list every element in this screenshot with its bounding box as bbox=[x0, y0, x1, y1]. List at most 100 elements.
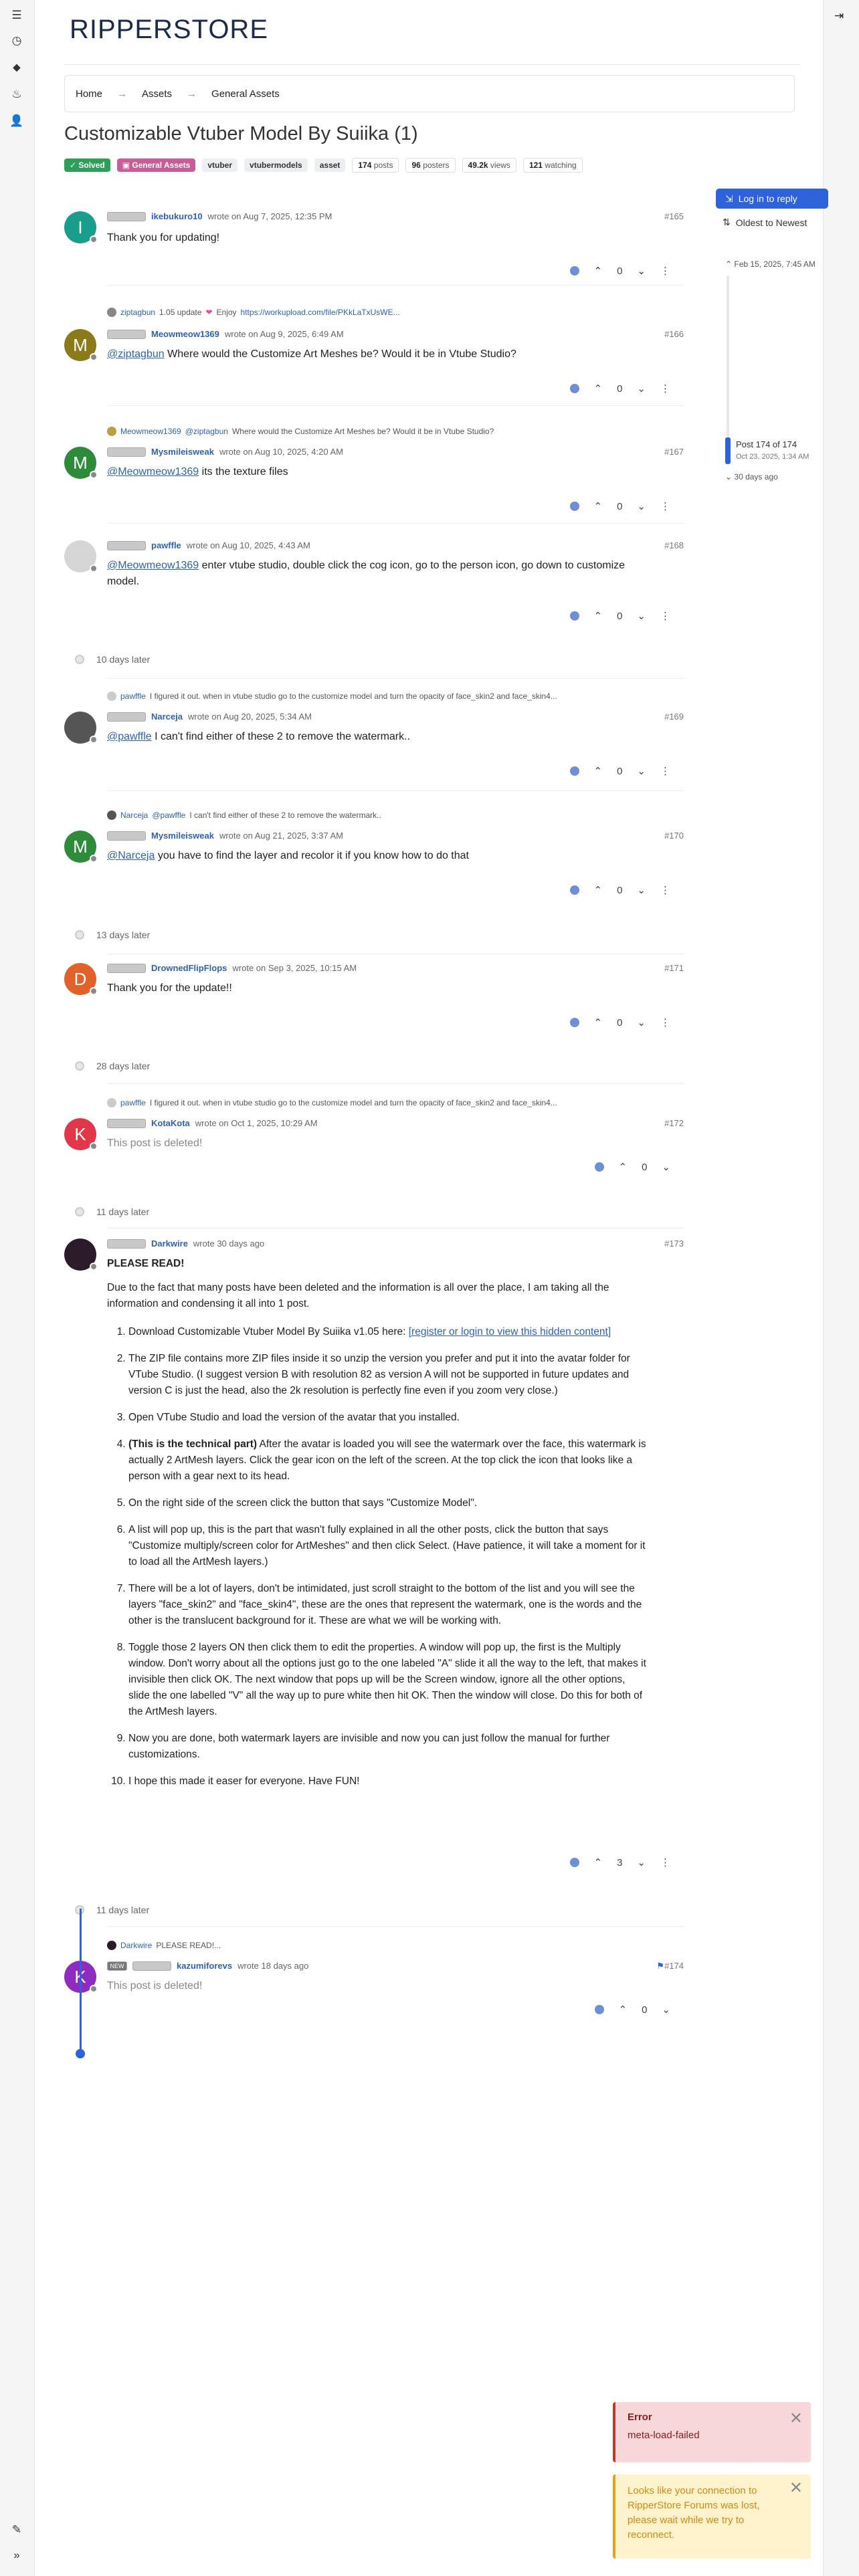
reactions-icon[interactable] bbox=[569, 766, 579, 776]
parent-context[interactable]: pawffle I figured it out. when in vtube s… bbox=[107, 691, 557, 701]
mention-link[interactable]: @Narceja bbox=[107, 850, 155, 861]
parent-context[interactable]: Meowmeow1369 @ziptagbun Where would the Cu… bbox=[107, 427, 494, 436]
breadcrumb-home[interactable]: Home bbox=[76, 88, 102, 100]
tags-icon[interactable]: ⬥ bbox=[9, 60, 24, 75]
close-icon[interactable]: ✕ bbox=[789, 2409, 803, 2428]
tag-asset[interactable]: asset bbox=[314, 158, 346, 172]
post-meta[interactable]: wrote on Aug 10, 2025, 4:43 AM bbox=[187, 540, 310, 550]
username[interactable]: Mysmileisweak bbox=[151, 831, 214, 841]
close-icon[interactable]: ✕ bbox=[789, 2480, 803, 2496]
upvote-icon[interactable]: ⌃ bbox=[594, 265, 603, 277]
username[interactable]: Darkwire bbox=[151, 1239, 188, 1249]
parent-context[interactable]: ziptagbun 1.05 update ❤ Enjoy https://workup… bbox=[107, 308, 400, 317]
avatar[interactable]: I bbox=[64, 211, 98, 243]
downvote-icon[interactable]: ⌄ bbox=[637, 265, 646, 277]
username[interactable]: DrownedFlipFlops bbox=[151, 963, 227, 973]
login-icon[interactable]: ⇥ bbox=[834, 9, 844, 23]
avatar[interactable] bbox=[64, 540, 98, 572]
upvote-icon[interactable]: ⌃ bbox=[619, 1161, 628, 1173]
reactions-icon[interactable] bbox=[569, 266, 579, 276]
post-meta[interactable]: wrote on Sep 3, 2025, 10:15 AM bbox=[232, 963, 357, 973]
post-number[interactable]: #170 bbox=[664, 831, 684, 841]
more-icon[interactable]: ⋮ bbox=[660, 500, 670, 512]
reactions-icon[interactable] bbox=[594, 1162, 604, 1172]
more-icon[interactable]: ⋮ bbox=[660, 765, 670, 777]
username[interactable]: pawffle bbox=[151, 540, 181, 550]
username[interactable]: KotaKota bbox=[151, 1118, 190, 1128]
category-badge[interactable]: ▣ General Assets bbox=[116, 158, 196, 172]
upvote-icon[interactable]: ⌃ bbox=[594, 884, 603, 896]
recent-icon[interactable]: ◷ bbox=[9, 33, 24, 48]
post-number[interactable]: #171 bbox=[664, 963, 684, 973]
downvote-icon[interactable]: ⌄ bbox=[637, 765, 646, 777]
upvote-icon[interactable]: ⌃ bbox=[619, 2004, 628, 2016]
avatar[interactable]: K bbox=[64, 1118, 98, 1150]
menu-icon[interactable]: ☰ bbox=[9, 8, 24, 23]
upvote-icon[interactable]: ⌃ bbox=[594, 765, 603, 777]
timeline-end[interactable]: ⌄ 30 days ago bbox=[725, 472, 778, 481]
parent-context[interactable]: Narceja @pawffle I can't find either of th… bbox=[107, 811, 381, 820]
more-icon[interactable]: ⋮ bbox=[660, 1856, 670, 1868]
expand-icon[interactable]: » bbox=[9, 2548, 24, 2563]
brand-logo[interactable]: RIPPERSTORE bbox=[70, 15, 268, 45]
avatar[interactable] bbox=[64, 1239, 98, 1271]
timeline-handle[interactable] bbox=[725, 437, 731, 464]
reactions-icon[interactable] bbox=[569, 885, 579, 895]
post-number[interactable]: #165 bbox=[664, 211, 684, 221]
mention-link[interactable]: @pawffle bbox=[107, 731, 152, 742]
username[interactable]: kazumiforevs bbox=[177, 1961, 232, 1971]
hidden-content-link[interactable]: [register or login to view this hidden c… bbox=[409, 1326, 611, 1337]
post-meta[interactable]: wrote on Aug 20, 2025, 5:34 AM bbox=[188, 712, 312, 722]
more-icon[interactable]: ⋮ bbox=[660, 610, 670, 622]
reactions-icon[interactable] bbox=[569, 502, 579, 511]
upvote-icon[interactable]: ⌃ bbox=[594, 500, 603, 512]
reactions-icon[interactable] bbox=[569, 611, 579, 621]
downvote-icon[interactable]: ⌄ bbox=[662, 2004, 670, 2016]
post-number[interactable]: #168 bbox=[664, 540, 684, 550]
reactions-icon[interactable] bbox=[569, 1018, 579, 1027]
mention-link[interactable]: @Meowmeow1369 bbox=[107, 560, 199, 571]
downvote-icon[interactable]: ⌄ bbox=[637, 1016, 646, 1029]
login-reply-button[interactable]: ⇲ Log in to reply bbox=[716, 189, 828, 209]
users-icon[interactable]: 👤 bbox=[9, 114, 24, 128]
reactions-icon[interactable] bbox=[569, 1858, 579, 1867]
username[interactable]: Meowmeow1369 bbox=[151, 329, 219, 339]
tag-vtubermodels[interactable]: vtubermodels bbox=[244, 158, 308, 172]
breadcrumb-general-assets[interactable]: General Assets bbox=[211, 88, 280, 100]
post-meta[interactable]: wrote on Aug 21, 2025, 3:37 AM bbox=[219, 831, 343, 841]
more-icon[interactable]: ⋮ bbox=[660, 383, 670, 395]
downvote-icon[interactable]: ⌄ bbox=[637, 500, 646, 512]
sort-button[interactable]: ⇅ Oldest to Newest bbox=[723, 217, 807, 228]
post-meta[interactable]: wrote 30 days ago bbox=[193, 1239, 264, 1249]
downvote-icon[interactable]: ⌄ bbox=[637, 383, 646, 395]
downvote-icon[interactable]: ⌄ bbox=[637, 1856, 646, 1868]
post-number[interactable]: #166 bbox=[664, 329, 684, 339]
avatar[interactable]: M bbox=[64, 831, 98, 863]
post-number[interactable]: #169 bbox=[664, 712, 684, 722]
mention-link[interactable]: @ziptagbun bbox=[107, 348, 165, 360]
post-number[interactable]: ⚑#174 bbox=[656, 1961, 684, 1971]
more-icon[interactable]: ⋮ bbox=[660, 884, 670, 896]
timeline-start[interactable]: ⌃ Feb 15, 2025, 7:45 AM bbox=[725, 259, 816, 269]
avatar[interactable] bbox=[64, 712, 98, 744]
post-meta[interactable]: wrote on Aug 9, 2025, 6:49 AM bbox=[225, 329, 344, 339]
more-icon[interactable]: ⋮ bbox=[660, 265, 670, 277]
post-meta[interactable]: wrote on Aug 10, 2025, 4:20 AM bbox=[219, 447, 343, 457]
compose-icon[interactable]: ✎ bbox=[9, 2523, 24, 2537]
more-icon[interactable]: ⋮ bbox=[660, 1016, 670, 1029]
avatar[interactable]: M bbox=[64, 329, 98, 361]
username[interactable]: Mysmileisweak bbox=[151, 447, 214, 457]
username[interactable]: ikebukuro10 bbox=[151, 211, 203, 221]
bookmark-icon[interactable]: ⚑ bbox=[656, 1961, 664, 1971]
avatar[interactable]: M bbox=[64, 447, 98, 479]
breadcrumb-assets[interactable]: Assets bbox=[142, 88, 172, 100]
downvote-icon[interactable]: ⌄ bbox=[637, 610, 646, 622]
downvote-icon[interactable]: ⌄ bbox=[662, 1161, 670, 1173]
upvote-icon[interactable]: ⌃ bbox=[594, 1016, 603, 1029]
post-number[interactable]: #172 bbox=[664, 1118, 684, 1128]
reactions-icon[interactable] bbox=[594, 2005, 604, 2014]
post-number[interactable]: #167 bbox=[664, 447, 684, 457]
post-meta[interactable]: wrote on Oct 1, 2025, 10:29 AM bbox=[195, 1118, 318, 1128]
upvote-icon[interactable]: ⌃ bbox=[594, 610, 603, 622]
popular-icon[interactable]: ♨ bbox=[9, 87, 24, 102]
